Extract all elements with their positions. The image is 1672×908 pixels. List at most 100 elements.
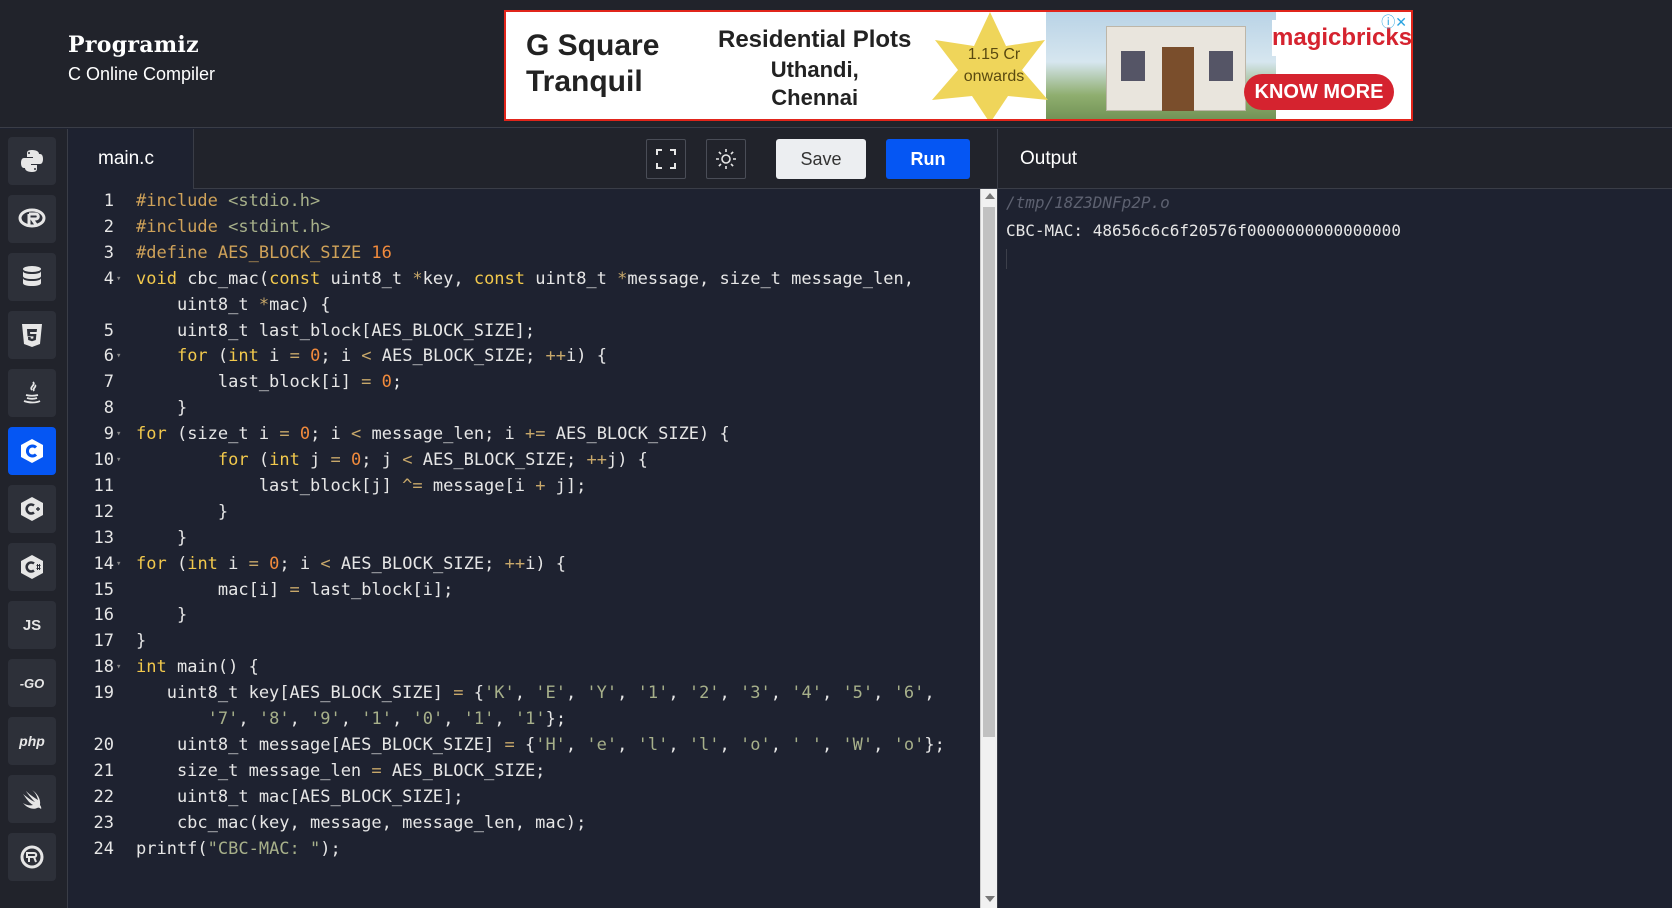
code-line[interactable]: 22 uint8_t mac[AES_BLOCK_SIZE]; bbox=[68, 785, 980, 811]
brand[interactable]: Programiz C Online Compiler bbox=[68, 32, 215, 85]
code-line[interactable]: 2 #include <stdint.h> bbox=[68, 215, 980, 241]
go-icon: -GO bbox=[19, 675, 45, 691]
code-text: #include <stdio.h> bbox=[136, 189, 320, 215]
code-token: void bbox=[136, 268, 177, 289]
theme-toggle-button[interactable] bbox=[706, 139, 746, 179]
programiz-logo[interactable]: Programiz bbox=[68, 32, 215, 58]
code-token: }; bbox=[924, 734, 945, 755]
code-line[interactable]: uint8_t *mac) { bbox=[68, 293, 980, 319]
code-line[interactable]: 19 uint8_t key[AES_BLOCK_SIZE] = {'K', '… bbox=[68, 681, 980, 707]
know-more-button[interactable]: KNOW MORE bbox=[1244, 74, 1394, 110]
line-number: 21 bbox=[93, 760, 114, 781]
fold-arrow-icon[interactable]: ▾ bbox=[116, 422, 126, 448]
code-line[interactable]: 23 cbc_mac(key, message, message_len, ma… bbox=[68, 811, 980, 837]
code-token: * bbox=[258, 294, 270, 315]
code-line[interactable]: 8 } bbox=[68, 396, 980, 422]
code-line[interactable]: 17} bbox=[68, 629, 980, 655]
code-token: int bbox=[228, 346, 259, 367]
code-token: { bbox=[463, 683, 485, 704]
code-line[interactable]: 9 ▾ for (size_t i = 0; i < message_len; i … bbox=[68, 422, 980, 448]
sidebar-item-java[interactable] bbox=[8, 369, 56, 417]
code-token: '1' bbox=[637, 683, 669, 704]
scrollbar-thumb[interactable] bbox=[983, 207, 995, 737]
code-token: , bbox=[668, 683, 689, 704]
code-line[interactable]: 20 uint8_t message[AES_BLOCK_SIZE] = {'H… bbox=[68, 733, 980, 759]
fold-arrow-icon[interactable]: ▾ bbox=[116, 267, 126, 293]
html5-icon bbox=[22, 324, 42, 347]
code-token: '4' bbox=[791, 683, 822, 704]
ad-title-line1: G Square bbox=[526, 29, 660, 62]
sidebar-item-sql[interactable] bbox=[8, 253, 56, 301]
run-button[interactable]: Run bbox=[886, 139, 970, 179]
code-token: AES_BLOCK_SIZE bbox=[217, 242, 372, 263]
code-line[interactable]: 21 size_t message_len = AES_BLOCK_SIZE; bbox=[68, 759, 980, 785]
code-token: '8' bbox=[258, 709, 290, 729]
code-line[interactable]: 11 last_block[j] ^= message[i + j]; bbox=[68, 474, 980, 500]
code-token: < bbox=[402, 450, 413, 470]
output-file-path: /tmp/18Z3DNFp2P.o bbox=[1006, 193, 1170, 212]
code-token: i) { bbox=[525, 553, 567, 574]
save-button[interactable]: Save bbox=[776, 139, 866, 179]
code-line[interactable]: 7 last_block[i] = 0; bbox=[68, 370, 980, 396]
sidebar-item-r[interactable] bbox=[8, 195, 56, 243]
code-token: j) { bbox=[606, 450, 648, 470]
code-editor[interactable]: 1 #include <stdio.h> 2 #include <stdint.h> 3… bbox=[68, 189, 980, 908]
code-token: AES_BLOCK_SIZE; bbox=[412, 450, 587, 470]
fold-arrow-icon[interactable]: ▾ bbox=[116, 655, 126, 681]
code-text: #define AES_BLOCK_SIZE 16 bbox=[136, 241, 392, 267]
code-token: } bbox=[136, 398, 188, 419]
code-token: , bbox=[617, 683, 638, 704]
code-line[interactable]: 13 } bbox=[68, 526, 980, 552]
sidebar-item-rust[interactable] bbox=[8, 833, 56, 881]
editor-scrollbar[interactable] bbox=[980, 189, 997, 908]
code-line[interactable]: 6 ▾ for (int i = 0; i < AES_BLOCK_SIZE; +… bbox=[68, 344, 980, 370]
code-line[interactable]: 4 ▾ void cbc_mac(const uint8_t *key, const… bbox=[68, 267, 980, 293]
code-token: AES_BLOCK_SIZE) { bbox=[545, 424, 730, 445]
code-token: < bbox=[361, 346, 372, 367]
code-line[interactable]: 10 ▾ for (int j = 0; j < AES_BLOCK_SIZE; … bbox=[68, 448, 980, 474]
sidebar-item-csharp[interactable] bbox=[8, 543, 56, 591]
code-line[interactable]: 15 mac[i] = last_block[i]; bbox=[68, 578, 980, 604]
ad-close-icon[interactable]: ⓘ✕ bbox=[1381, 12, 1407, 32]
code-line[interactable]: '7', '8', '9', '1', '0', '1', '1'}; bbox=[68, 707, 980, 733]
code-line[interactable]: 1 #include <stdio.h> bbox=[68, 189, 980, 215]
ad-price-line2: onwards bbox=[963, 68, 1025, 85]
code-token: 'Y' bbox=[586, 683, 618, 704]
code-line[interactable]: 18 ▾ int main() { bbox=[68, 655, 980, 681]
sidebar-item-html[interactable] bbox=[8, 311, 56, 359]
sidebar-item-php[interactable]: php bbox=[8, 717, 56, 765]
sidebar-item-js[interactable]: JS bbox=[8, 601, 56, 649]
code-line[interactable]: 5 uint8_t last_block[AES_BLOCK_SIZE]; bbox=[68, 319, 980, 345]
line-number: 9 bbox=[103, 424, 114, 445]
code-token: += bbox=[525, 424, 546, 445]
code-token: < bbox=[351, 424, 362, 445]
output-panel[interactable]: /tmp/18Z3DNFp2P.o CBC-MAC: 48656c6c6f205… bbox=[997, 189, 1672, 908]
code-line[interactable]: 12 } bbox=[68, 500, 980, 526]
advertisement-banner[interactable]: G Square Tranquil Residential Plots Utha… bbox=[504, 10, 1413, 121]
fold-arrow-icon[interactable]: ▾ bbox=[116, 448, 126, 474]
sidebar-item-c[interactable] bbox=[8, 427, 56, 475]
code-token: , bbox=[617, 734, 638, 755]
java-icon bbox=[23, 381, 41, 404]
code-line[interactable]: 3 #define AES_BLOCK_SIZE 16 bbox=[68, 241, 980, 267]
tab-main-c[interactable]: main.c bbox=[68, 129, 194, 189]
scroll-down-arrow-icon[interactable] bbox=[985, 896, 995, 902]
fullscreen-button[interactable] bbox=[646, 139, 686, 179]
fold-arrow-icon[interactable]: ▾ bbox=[116, 344, 126, 370]
code-line[interactable]: 16 } bbox=[68, 603, 980, 629]
sidebar-item-python[interactable] bbox=[8, 137, 56, 185]
sidebar-item-cpp[interactable] bbox=[8, 485, 56, 533]
code-line[interactable]: 14 ▾ for (int i = 0; i < AES_BLOCK_SIZE; +… bbox=[68, 552, 980, 578]
fold-arrow-icon[interactable]: ▾ bbox=[116, 552, 126, 578]
line-number: 3 bbox=[103, 242, 114, 263]
sidebar-item-swift[interactable] bbox=[8, 775, 56, 823]
ad-location-line2: Chennai bbox=[771, 85, 859, 110]
ad-location-line1: Uthandi, bbox=[770, 57, 859, 82]
code-token: = bbox=[504, 734, 515, 755]
code-line[interactable]: 24 printf("CBC-MAC: "); bbox=[68, 837, 980, 863]
scroll-up-arrow-icon[interactable] bbox=[985, 193, 995, 199]
sidebar-item-go[interactable]: -GO bbox=[8, 659, 56, 707]
code-token: ( bbox=[248, 450, 270, 470]
code-token: AES_BLOCK_SIZE; bbox=[371, 346, 546, 367]
